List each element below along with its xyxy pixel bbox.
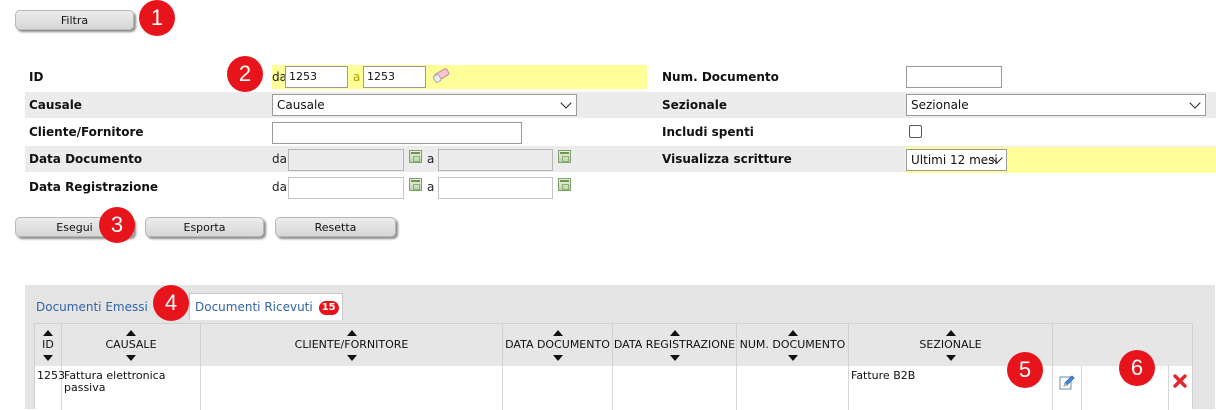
column-header-num-documento[interactable]: NUM. DOCUMENTO [737,324,849,366]
tab-documenti-emessi[interactable]: Documenti Emessi [36,294,148,321]
step-badge-6: 6 [1119,350,1155,386]
sezionale-select[interactable]: Sezionale [906,94,1206,116]
filter-row-3 [25,119,1216,145]
cell-causale: Fattura elettronica passiva [62,366,201,410]
column-header-causale[interactable]: CAUSALE [62,324,201,366]
sort-up-icon[interactable] [346,330,357,336]
id-to-label: a [353,70,361,84]
data-documento-to-input[interactable] [438,149,553,171]
calendar-icon[interactable] [409,178,422,191]
cell-cliente-fornitore [201,366,503,410]
visualizza-scritture-select[interactable]: Ultimi 12 mesi [906,149,1007,171]
data-documento-from-input[interactable] [288,149,404,171]
causale-select-value: Causale [277,98,325,112]
tab-documenti-ricevuti-label: Documenti Ricevuti [195,300,313,314]
sezionale-select-value: Sezionale [911,98,969,112]
visualizza-scritture-label: Visualizza scritture [662,152,792,166]
filter-row-4 [25,146,1216,173]
chevron-down-icon [560,97,572,109]
includi-spenti-checkbox[interactable] [909,125,922,138]
calendar-icon[interactable] [558,178,571,191]
column-header-label: DATA REGISTRAZIONE [613,338,736,351]
step-badge-2: 2 [227,56,263,92]
delete-x-icon[interactable] [1173,374,1187,388]
sort-up-icon[interactable] [552,330,563,336]
cliente-fornitore-input[interactable] [272,122,522,144]
sort-up-icon[interactable] [945,330,956,336]
column-header-data-documento[interactable]: DATA DOCUMENTO [503,324,613,366]
step-badge-3: 3 [99,207,135,243]
cliente-fornitore-label: Cliente/Fornitore [29,125,144,139]
calendar-icon[interactable] [409,150,422,163]
id-to-input[interactable]: 1253 [363,66,426,88]
sort-down-icon[interactable] [787,355,798,361]
chevron-down-icon [1189,97,1201,109]
step-badge-1: 1 [139,0,175,36]
sort-down-icon[interactable] [126,355,136,361]
cell-num-documento [737,366,849,410]
causale-select[interactable]: Causale [272,94,577,116]
sezionale-label: Sezionale [662,98,728,112]
id-from-input[interactable]: 1253 [285,66,348,88]
column-header-data-registrazione[interactable]: DATA REGISTRAZIONE [613,324,737,366]
column-header-label: DATA DOCUMENTO [505,338,610,351]
filter-button[interactable]: Filtra [15,10,134,30]
sort-up-icon[interactable] [669,330,680,336]
sort-up-icon[interactable] [43,330,53,336]
tab-count-badge: 15 [318,301,339,315]
data-documento-to-label: a [427,152,435,166]
causale-label: Causale [29,98,82,112]
reset-button[interactable]: Resetta [275,217,396,237]
column-header-cliente-fornitore[interactable]: CLIENTE/FORNITORE [201,324,503,366]
data-registrazione-to-label: a [427,180,435,194]
sort-down-icon[interactable] [43,355,53,361]
step-badge-5: 5 [1007,352,1043,388]
column-header-label: NUM. DOCUMENTO [739,338,846,351]
sort-down-icon[interactable] [552,355,563,361]
cell-id: 1253 [35,366,65,410]
data-registrazione-from-label: da [272,180,287,194]
column-header-id[interactable]: ID [35,324,62,366]
data-documento-from-label: da [272,152,287,166]
data-registrazione-label: Data Registrazione [29,180,159,194]
step-badge-4: 4 [153,285,189,321]
tab-documenti-ricevuti[interactable]: Documenti Ricevuti 15 [189,293,343,320]
visualizza-scritture-value: Ultimi 12 mesi [911,153,998,167]
num-documento-label: Num. Documento [662,70,779,84]
id-label: ID [29,70,44,84]
pencil-icon[interactable] [1059,374,1075,390]
filter-row-1 [25,64,1216,90]
cell-data-documento [503,366,613,410]
data-registrazione-from-input[interactable] [288,177,404,199]
num-documento-input[interactable] [906,66,1002,88]
filter-row-5 [25,174,1216,200]
data-registrazione-to-input[interactable] [438,177,553,199]
data-documento-label: Data Documento [29,152,143,166]
sort-down-icon[interactable] [669,355,680,361]
export-button[interactable]: Esporta [145,217,264,237]
cell-data-registrazione [613,366,737,410]
column-header-label: CLIENTE/FORNITORE [294,338,409,351]
includi-spenti-label: Includi spenti [662,125,754,139]
column-header-label: ID [42,338,54,351]
eraser-icon[interactable] [431,68,451,84]
sort-down-icon[interactable] [945,355,956,361]
calendar-icon[interactable] [558,150,571,163]
sort-up-icon[interactable] [126,330,136,336]
column-header-label: SEZIONALE [919,338,982,351]
column-header-label: CAUSALE [105,338,157,351]
sort-up-icon[interactable] [787,330,798,336]
sort-down-icon[interactable] [346,355,357,361]
